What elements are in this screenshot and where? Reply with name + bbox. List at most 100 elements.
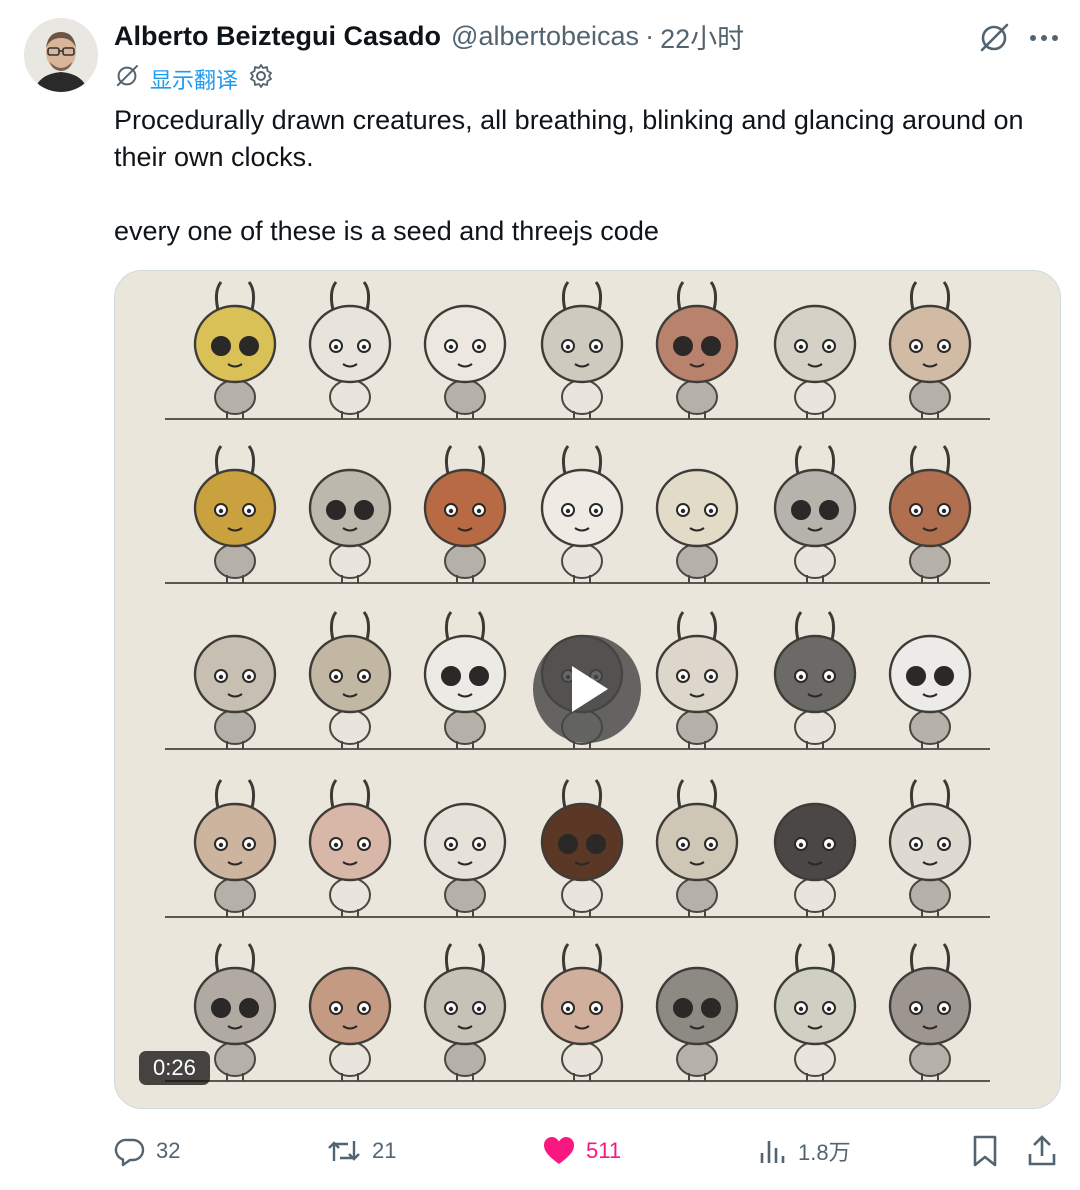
creature-head	[308, 802, 392, 882]
creature-pupil	[565, 508, 571, 514]
creature-body	[561, 877, 603, 913]
creature-pupil	[218, 842, 224, 848]
creature-pupil	[246, 508, 252, 514]
creature-pupil	[476, 344, 482, 350]
creature-body	[444, 709, 486, 745]
creature-body	[909, 379, 951, 415]
creature-body	[676, 543, 718, 579]
creature-head	[308, 966, 392, 1046]
creature-pupil	[593, 1006, 599, 1012]
creature-body	[214, 877, 256, 913]
creature-pupil	[333, 842, 339, 848]
creature-body	[214, 709, 256, 745]
more-icon[interactable]	[1022, 18, 1066, 58]
creature-eye	[673, 336, 693, 356]
reply-icon	[114, 1138, 145, 1167]
show-translation-link[interactable]: 显示翻译	[150, 63, 238, 95]
creature-head	[193, 304, 277, 384]
creature-head	[193, 966, 277, 1046]
creature-pupil	[218, 508, 224, 514]
creature-head	[423, 802, 507, 882]
creature-head	[655, 966, 739, 1046]
creature-pupil	[448, 508, 454, 514]
creature-pupil	[708, 674, 714, 680]
creature-head	[888, 634, 972, 714]
creature-eye	[586, 834, 606, 854]
creature-pupil	[565, 344, 571, 350]
creature-head	[423, 966, 507, 1046]
creature-pupil	[680, 842, 686, 848]
gear-icon[interactable]	[248, 63, 274, 95]
creature-body	[214, 379, 256, 415]
avatar[interactable]	[24, 18, 98, 92]
creature-eye	[673, 998, 693, 1018]
bookmark-button[interactable]	[970, 1128, 1000, 1174]
grok-icon	[114, 63, 140, 95]
creature-body	[444, 877, 486, 913]
creature-body	[444, 379, 486, 415]
creature-body	[561, 379, 603, 415]
tweet-header: Alberto Beiztegui Casado @albertobeicas …	[114, 18, 960, 54]
creature-head	[308, 304, 392, 384]
creature-pupil	[941, 508, 947, 514]
creature-head	[888, 802, 972, 882]
creature-eye	[239, 336, 259, 356]
creature-body	[329, 877, 371, 913]
creature-body	[214, 1041, 256, 1077]
creature-eye	[326, 500, 346, 520]
play-button[interactable]	[533, 635, 641, 743]
creature-body	[794, 1041, 836, 1077]
share-button[interactable]	[1026, 1128, 1058, 1174]
creature-body	[794, 379, 836, 415]
views-button[interactable]: 1.8万	[758, 1128, 851, 1174]
creature-head	[540, 802, 624, 882]
video-player[interactable]: 0:26	[114, 270, 1061, 1109]
creature-body	[909, 543, 951, 579]
creature-head	[773, 966, 857, 1046]
creature-pupil	[913, 508, 919, 514]
creature-head	[193, 468, 277, 548]
creature-head	[423, 468, 507, 548]
creature-pupil	[476, 842, 482, 848]
creature-eye	[558, 834, 578, 854]
creature-head	[193, 802, 277, 882]
creature-pupil	[708, 508, 714, 514]
share-icon	[1028, 1135, 1056, 1166]
creature-pupil	[708, 842, 714, 848]
creature-eye	[906, 666, 926, 686]
author-handle[interactable]: @albertobeicas	[451, 21, 639, 52]
creature-pupil	[798, 1006, 804, 1012]
creature-head	[193, 634, 277, 714]
creature-pupil	[476, 508, 482, 514]
reply-button[interactable]: 32	[114, 1128, 180, 1174]
creature-body	[214, 543, 256, 579]
creature-pupil	[448, 842, 454, 848]
creature-head	[888, 304, 972, 384]
like-button[interactable]: 511	[542, 1128, 621, 1174]
creature-body	[329, 709, 371, 745]
creature-head	[423, 304, 507, 384]
creature-head	[773, 634, 857, 714]
creature-body	[561, 543, 603, 579]
creature-eye	[934, 666, 954, 686]
like-count: 511	[586, 1138, 622, 1163]
creature-head	[888, 966, 972, 1046]
creature-pupil	[826, 1006, 832, 1012]
creature-eye	[701, 336, 721, 356]
creature-pupil	[826, 842, 832, 848]
play-icon	[572, 666, 608, 712]
creature-body	[444, 543, 486, 579]
creature-head	[655, 634, 739, 714]
timestamp[interactable]: 22小时	[660, 17, 744, 56]
creature-pupil	[913, 1006, 919, 1012]
creature-head	[773, 802, 857, 882]
repost-count: 21	[372, 1138, 397, 1163]
creature-head	[540, 304, 624, 384]
repost-button[interactable]: 21	[326, 1128, 396, 1174]
author-name[interactable]: Alberto Beiztegui Casado	[114, 21, 441, 52]
grok-icon[interactable]	[974, 18, 1014, 58]
creature-pupil	[593, 508, 599, 514]
reply-count: 32	[156, 1138, 181, 1163]
creature-head	[308, 634, 392, 714]
creature-pupil	[333, 344, 339, 350]
